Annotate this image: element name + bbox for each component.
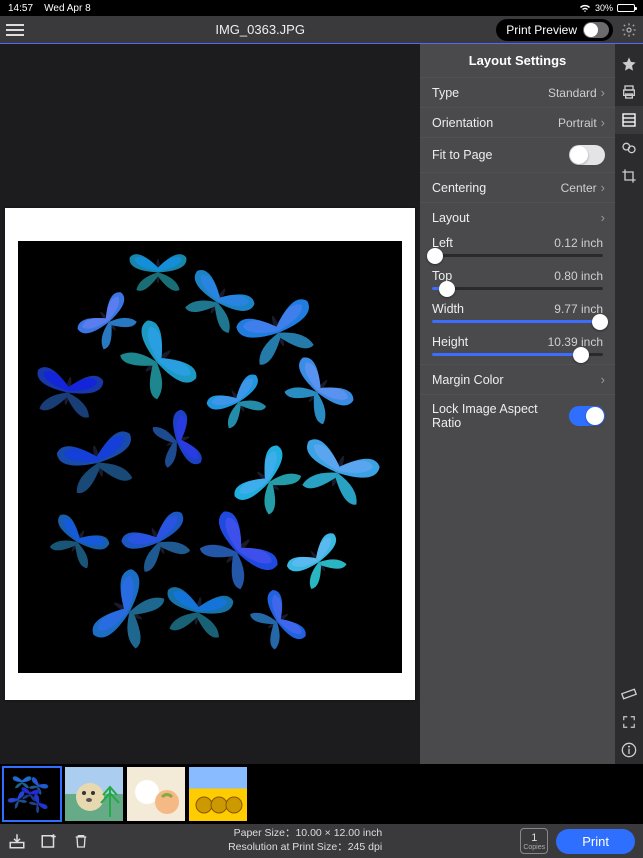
row-orientation[interactable]: Orientation Portrait › — [420, 107, 615, 137]
slider-width[interactable]: Width 9.77 inch — [420, 298, 615, 331]
status-date: Wed Apr 8 — [44, 3, 91, 14]
top-value: 0.80 inch — [554, 269, 603, 283]
info-icon[interactable] — [615, 736, 643, 764]
lock-aspect-toggle[interactable] — [569, 406, 605, 426]
expand-icon[interactable] — [615, 708, 643, 736]
status-bar: 14:57 Wed Apr 8 30% — [0, 0, 643, 16]
crop-icon[interactable] — [615, 162, 643, 190]
chevron-right-icon: › — [601, 180, 605, 195]
layout-icon[interactable] — [615, 106, 643, 134]
slider-left[interactable]: Left 0.12 inch — [420, 232, 615, 265]
margin-color-label: Margin Color — [432, 373, 504, 387]
thumbnail-strip — [0, 764, 643, 824]
panel-title: Layout Settings — [420, 44, 615, 77]
thumbnail-2[interactable] — [65, 767, 123, 821]
row-lock-aspect: Lock Image Aspect Ratio — [420, 394, 615, 437]
type-label: Type — [432, 86, 459, 100]
top-slider-track[interactable] — [432, 287, 603, 290]
fit-label: Fit to Page — [432, 148, 492, 162]
document-title: IMG_0363.JPG — [215, 22, 305, 37]
image-preview[interactable] — [18, 241, 402, 673]
row-centering[interactable]: Centering Center › — [420, 172, 615, 202]
print-preview-toggle[interactable]: Print Preview — [496, 19, 613, 41]
trash-icon[interactable] — [72, 832, 90, 850]
chevron-right-icon: › — [601, 372, 605, 387]
status-left: 14:57 Wed Apr 8 — [8, 3, 91, 14]
gear-icon[interactable] — [621, 22, 637, 38]
centering-value: Center — [561, 181, 597, 195]
ruler-icon[interactable] — [615, 680, 643, 708]
preview-area — [0, 44, 420, 764]
print-icon[interactable] — [615, 78, 643, 106]
slider-height[interactable]: Height 10.39 inch — [420, 331, 615, 364]
status-right: 30% — [579, 3, 635, 13]
paper-preview — [5, 208, 415, 700]
settings-panel: Layout Settings Type Standard › Orientat… — [420, 44, 643, 764]
resolution-text: Resolution at Print Size：245 dpi — [228, 841, 382, 855]
battery-percent: 30% — [595, 3, 613, 13]
battery-icon — [617, 4, 635, 12]
height-slider-track[interactable] — [432, 353, 603, 356]
orientation-value: Portrait — [558, 116, 597, 130]
row-layout[interactable]: Layout › — [420, 202, 615, 232]
chevron-right-icon: › — [601, 210, 605, 225]
adjust-icon[interactable] — [615, 134, 643, 162]
print-preview-switch[interactable] — [583, 22, 609, 38]
wifi-icon — [579, 4, 591, 13]
centering-label: Centering — [432, 181, 486, 195]
height-label: Height — [432, 335, 468, 349]
import-icon[interactable] — [8, 832, 26, 850]
type-value: Standard — [548, 86, 597, 100]
orientation-label: Orientation — [432, 116, 493, 130]
slider-top[interactable]: Top 0.80 inch — [420, 265, 615, 298]
copies-count: 1 — [531, 832, 537, 844]
paper-size-text: Paper Size：10.00 × 12.00 inch — [228, 827, 382, 841]
left-slider-track[interactable] — [432, 254, 603, 257]
bottom-bar: Paper Size：10.00 × 12.00 inch Resolution… — [0, 824, 643, 858]
row-fit-to-page: Fit to Page — [420, 137, 615, 172]
row-type[interactable]: Type Standard › — [420, 77, 615, 107]
thumbnail-4[interactable] — [189, 767, 247, 821]
row-margin-color[interactable]: Margin Color › — [420, 364, 615, 394]
menu-button[interactable] — [6, 24, 24, 36]
thumbnail-1[interactable] — [3, 767, 61, 821]
left-value: 0.12 inch — [554, 236, 603, 250]
copies-stepper[interactable]: 1 Copies — [520, 828, 548, 854]
tool-rail — [615, 44, 643, 764]
layout-label: Layout — [432, 211, 470, 225]
app-bar: IMG_0363.JPG Print Preview — [0, 16, 643, 44]
print-preview-label: Print Preview — [506, 23, 577, 37]
lock-aspect-label: Lock Image Aspect Ratio — [432, 402, 569, 430]
fit-to-page-toggle[interactable] — [569, 145, 605, 165]
add-image-icon[interactable] — [40, 832, 58, 850]
width-slider-track[interactable] — [432, 320, 603, 323]
print-button[interactable]: Print — [556, 829, 635, 854]
paper-info: Paper Size：10.00 × 12.00 inch Resolution… — [228, 827, 382, 854]
status-time: 14:57 — [8, 3, 33, 14]
star-icon[interactable] — [615, 50, 643, 78]
chevron-right-icon: › — [601, 85, 605, 100]
thumbnail-3[interactable] — [127, 767, 185, 821]
chevron-right-icon: › — [601, 115, 605, 130]
width-label: Width — [432, 302, 464, 316]
copies-label: Copies — [523, 844, 545, 851]
